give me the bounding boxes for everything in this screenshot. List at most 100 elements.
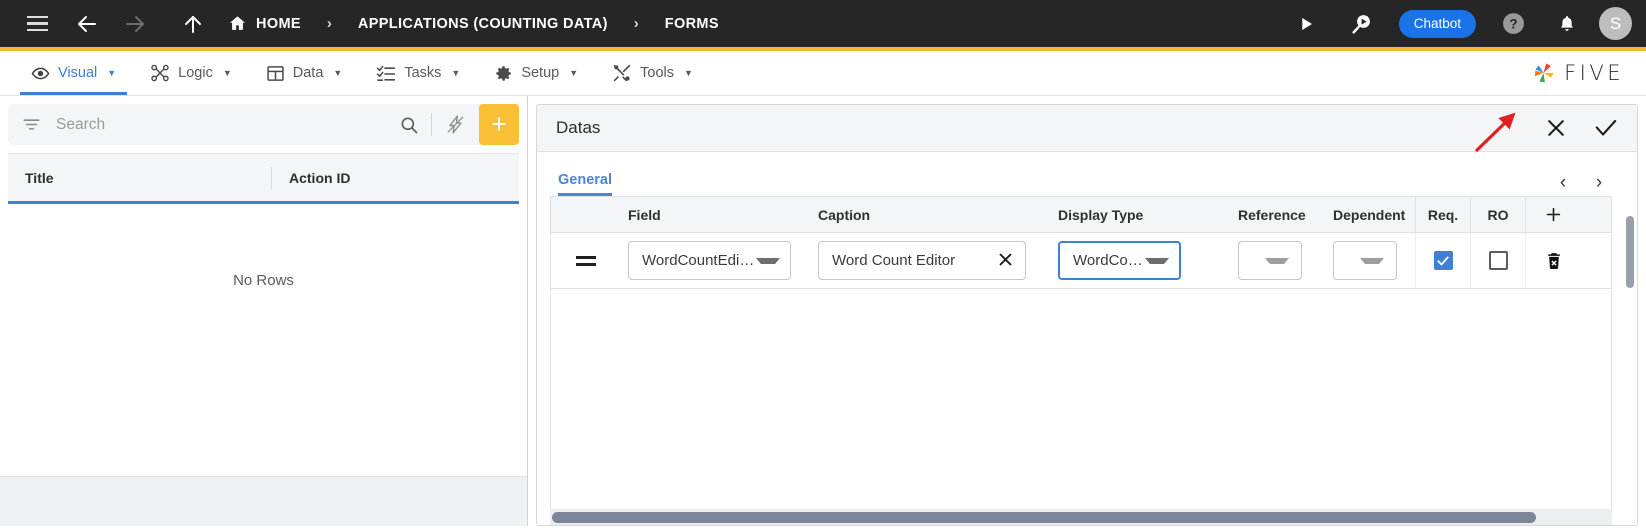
menu-label-setup: Setup bbox=[521, 65, 559, 81]
chevron-down-icon-logic: ▼ bbox=[223, 68, 232, 78]
help-icon[interactable]: ? bbox=[1494, 5, 1532, 43]
cell-dependent bbox=[1320, 233, 1415, 288]
cell-reference bbox=[1225, 233, 1320, 288]
confirm-check-icon[interactable] bbox=[1593, 115, 1619, 141]
left-list-panel: + Title Action ID No Rows bbox=[0, 96, 528, 526]
display-type-select[interactable]: WordCount bbox=[1058, 241, 1181, 280]
fields-table: Field Caption Display Type Reference Dep… bbox=[550, 196, 1612, 509]
chevron-down-icon-tasks: ▼ bbox=[451, 68, 460, 78]
no-rows-label: No Rows bbox=[233, 272, 294, 289]
cell-required bbox=[1415, 233, 1470, 288]
logic-nodes-icon bbox=[150, 63, 170, 83]
menu-item-data[interactable]: Data ▼ bbox=[249, 51, 360, 95]
gear-icon bbox=[494, 64, 513, 83]
card-header: Datas bbox=[537, 105, 1637, 152]
up-arrow-icon[interactable] bbox=[174, 5, 212, 43]
forward-arrow-icon[interactable] bbox=[116, 5, 154, 43]
cell-readonly bbox=[1470, 233, 1525, 288]
notification-bell-icon[interactable] bbox=[1548, 5, 1586, 43]
tab-general[interactable]: General bbox=[558, 172, 612, 196]
caption-input[interactable]: Word Count Editor bbox=[818, 241, 1026, 280]
display-type-value: WordCount bbox=[1073, 252, 1145, 269]
right-detail-panel: Datas General ‹ › bbox=[528, 96, 1646, 526]
grid-empty-state: No Rows bbox=[8, 204, 519, 476]
grid-header-row: Title Action ID bbox=[8, 154, 519, 204]
filter-icon[interactable] bbox=[22, 115, 41, 134]
drag-handle-icon[interactable] bbox=[564, 256, 596, 266]
required-checkbox[interactable] bbox=[1434, 251, 1453, 270]
five-logo: FIVE bbox=[1530, 51, 1646, 95]
table-header-row: Field Caption Display Type Reference Dep… bbox=[551, 197, 1611, 233]
menu-item-setup[interactable]: Setup ▼ bbox=[477, 51, 595, 95]
menu-item-visual[interactable]: Visual ▼ bbox=[14, 51, 133, 95]
pager-next-button[interactable]: › bbox=[1589, 173, 1609, 192]
row-drag-handle[interactable] bbox=[551, 233, 615, 288]
back-arrow-icon[interactable] bbox=[68, 5, 106, 43]
breadcrumb-item-applications[interactable]: APPLICATIONS (COUNTING DATA) bbox=[358, 16, 608, 32]
five-pinwheel-icon bbox=[1530, 60, 1557, 87]
cell-caption: Word Count Editor bbox=[805, 233, 1045, 288]
card-content-with-scrollbar: General ‹ › Field Caption Disp bbox=[537, 152, 1637, 525]
vertical-scrollbar-thumb[interactable] bbox=[1626, 216, 1634, 288]
dependent-select[interactable] bbox=[1333, 241, 1397, 280]
hamburger-menu-icon[interactable] bbox=[18, 5, 56, 43]
close-x-icon[interactable] bbox=[1545, 117, 1567, 139]
column-header-title[interactable]: Title bbox=[8, 170, 271, 186]
user-avatar[interactable]: S bbox=[1599, 7, 1632, 40]
breadcrumb-item-home[interactable]: HOME bbox=[228, 14, 301, 33]
table-grid-icon bbox=[266, 64, 285, 83]
add-record-button[interactable]: + bbox=[479, 104, 519, 145]
breadcrumb-separator-2: › bbox=[634, 15, 639, 32]
menu-item-tools[interactable]: Tools ▼ bbox=[595, 51, 710, 95]
chevron-down-icon-data: ▼ bbox=[333, 68, 342, 78]
table-row: WordCountEditor Word Count Editor bbox=[551, 233, 1611, 289]
svg-text:?: ? bbox=[1509, 17, 1517, 32]
column-header-dependent[interactable]: Dependent bbox=[1320, 197, 1415, 232]
readonly-checkbox[interactable] bbox=[1489, 251, 1508, 270]
menu-label-visual: Visual bbox=[58, 65, 97, 81]
horizontal-scrollbar-thumb[interactable] bbox=[552, 512, 1536, 523]
column-header-caption[interactable]: Caption bbox=[805, 197, 1045, 232]
column-header-action-id[interactable]: Action ID bbox=[271, 167, 519, 189]
chevron-down-icon-visual: ▼ bbox=[107, 68, 116, 78]
menu-label-tasks: Tasks bbox=[404, 65, 441, 81]
breadcrumb-item-forms[interactable]: FORMS bbox=[665, 16, 719, 32]
main-body: + Title Action ID No Rows Datas bbox=[0, 96, 1646, 526]
column-header-reference[interactable]: Reference bbox=[1225, 197, 1320, 232]
column-header-display-type[interactable]: Display Type bbox=[1045, 197, 1225, 232]
menu-label-data: Data bbox=[293, 65, 324, 81]
column-header-field[interactable]: Field bbox=[615, 197, 805, 232]
breadcrumb: HOME › APPLICATIONS (COUNTING DATA) › FO… bbox=[228, 14, 719, 33]
five-logo-text: FIVE bbox=[1564, 61, 1624, 85]
page-title: Datas bbox=[556, 118, 600, 138]
menu-item-tasks[interactable]: Tasks ▼ bbox=[359, 51, 477, 95]
clear-x-icon[interactable] bbox=[997, 251, 1014, 271]
pager-prev-button[interactable]: ‹ bbox=[1553, 173, 1573, 192]
breadcrumb-separator: › bbox=[327, 15, 332, 32]
chevron-down-icon-field bbox=[756, 258, 780, 264]
horizontal-scrollbar[interactable] bbox=[550, 509, 1612, 525]
menu-item-logic[interactable]: Logic ▼ bbox=[133, 51, 249, 95]
caption-value: Word Count Editor bbox=[832, 252, 997, 269]
search-bar: + bbox=[8, 104, 519, 145]
search-icon[interactable] bbox=[387, 115, 431, 135]
trash-delete-icon[interactable] bbox=[1544, 250, 1564, 272]
search-input[interactable] bbox=[54, 115, 387, 135]
lightning-bolt-icon[interactable] bbox=[432, 114, 479, 135]
field-select[interactable]: WordCountEditor bbox=[628, 241, 791, 280]
search-play-icon[interactable] bbox=[1343, 5, 1381, 43]
card-header-actions bbox=[1545, 115, 1619, 141]
play-icon[interactable] bbox=[1287, 5, 1325, 43]
column-header-required[interactable]: Req. bbox=[1415, 197, 1470, 232]
chatbot-button[interactable]: Chatbot bbox=[1399, 10, 1476, 38]
fields-table-wrapper: Field Caption Display Type Reference Dep… bbox=[537, 196, 1625, 509]
add-row-button[interactable] bbox=[1525, 197, 1581, 232]
vertical-scrollbar[interactable] bbox=[1625, 156, 1635, 525]
top-bar-actions: Chatbot ? S bbox=[1287, 5, 1632, 43]
home-icon bbox=[228, 14, 247, 33]
pagination-controls: ‹ › bbox=[1553, 173, 1625, 196]
reference-select[interactable] bbox=[1238, 241, 1302, 280]
menu-label-logic: Logic bbox=[178, 65, 213, 81]
column-header-readonly[interactable]: RO bbox=[1470, 197, 1525, 232]
breadcrumb-label-home: HOME bbox=[256, 16, 301, 32]
